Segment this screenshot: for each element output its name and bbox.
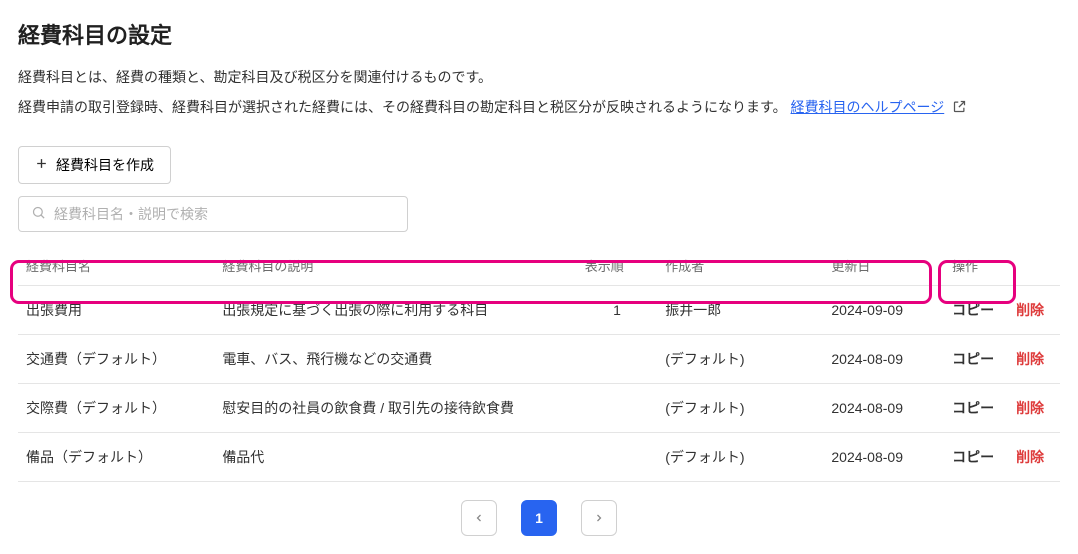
table-row[interactable]: 交通費（デフォルト） 電車、バス、飛行機などの交通費 (デフォルト) 2024-… <box>18 334 1060 383</box>
copy-button[interactable]: コピー <box>952 302 994 318</box>
cell-name: 備品（デフォルト） <box>18 432 214 481</box>
cell-desc: 備品代 <box>214 432 576 481</box>
search-icon <box>31 205 46 223</box>
cell-order <box>577 383 658 432</box>
page-description-1: 経費科目とは、経費の種類と、勘定科目及び税区分を関連付けるものです。 <box>18 66 1060 90</box>
page-title: 経費科目の設定 <box>18 18 1060 50</box>
cell-desc: 慰安目的の社員の飲食費 / 取引先の接待飲食費 <box>214 383 576 432</box>
page-prev-button[interactable] <box>461 500 497 536</box>
cell-date: 2024-08-09 <box>823 383 944 432</box>
delete-button[interactable]: 削除 <box>1016 351 1044 367</box>
help-link[interactable]: 経費科目のヘルプページ <box>791 99 945 115</box>
cell-date: 2024-08-09 <box>823 334 944 383</box>
highlight-annotation-row <box>13 263 929 301</box>
pagination: 1 <box>18 500 1060 536</box>
plus-icon <box>35 157 48 173</box>
cell-order <box>577 432 658 481</box>
page-next-button[interactable] <box>581 500 617 536</box>
cell-author: (デフォルト) <box>657 334 823 383</box>
create-button-label: 経費科目を作成 <box>56 155 154 175</box>
chevron-left-icon <box>473 512 485 524</box>
page-description-2-text: 経費申請の取引登録時、経費科目が選択された経費には、その経費科目の勘定科目と税区… <box>18 99 787 115</box>
delete-button[interactable]: 削除 <box>1016 302 1044 318</box>
delete-button[interactable]: 削除 <box>1016 400 1044 416</box>
cell-date: 2024-08-09 <box>823 432 944 481</box>
highlight-annotation-copy <box>941 263 1013 301</box>
page-number-button[interactable]: 1 <box>521 500 557 536</box>
table-row[interactable]: 交際費（デフォルト） 慰安目的の社員の飲食費 / 取引先の接待飲食費 (デフォル… <box>18 383 1060 432</box>
create-expense-category-button[interactable]: 経費科目を作成 <box>18 146 171 184</box>
table-row[interactable]: 備品（デフォルト） 備品代 (デフォルト) 2024-08-09 コピー 削除 <box>18 432 1060 481</box>
delete-button[interactable]: 削除 <box>1016 449 1044 465</box>
search-field-container <box>18 196 408 232</box>
copy-button[interactable]: コピー <box>952 449 994 465</box>
cell-name: 交際費（デフォルト） <box>18 383 214 432</box>
search-input[interactable] <box>54 206 395 222</box>
page-description-2: 経費申請の取引登録時、経費科目が選択された経費には、その経費科目の勘定科目と税区… <box>18 96 1060 122</box>
cell-author: (デフォルト) <box>657 383 823 432</box>
cell-author: (デフォルト) <box>657 432 823 481</box>
external-link-icon <box>952 98 967 122</box>
cell-name: 交通費（デフォルト） <box>18 334 214 383</box>
chevron-right-icon <box>593 512 605 524</box>
cell-order <box>577 334 658 383</box>
copy-button[interactable]: コピー <box>952 351 994 367</box>
copy-button[interactable]: コピー <box>952 400 994 416</box>
cell-desc: 電車、バス、飛行機などの交通費 <box>214 334 576 383</box>
